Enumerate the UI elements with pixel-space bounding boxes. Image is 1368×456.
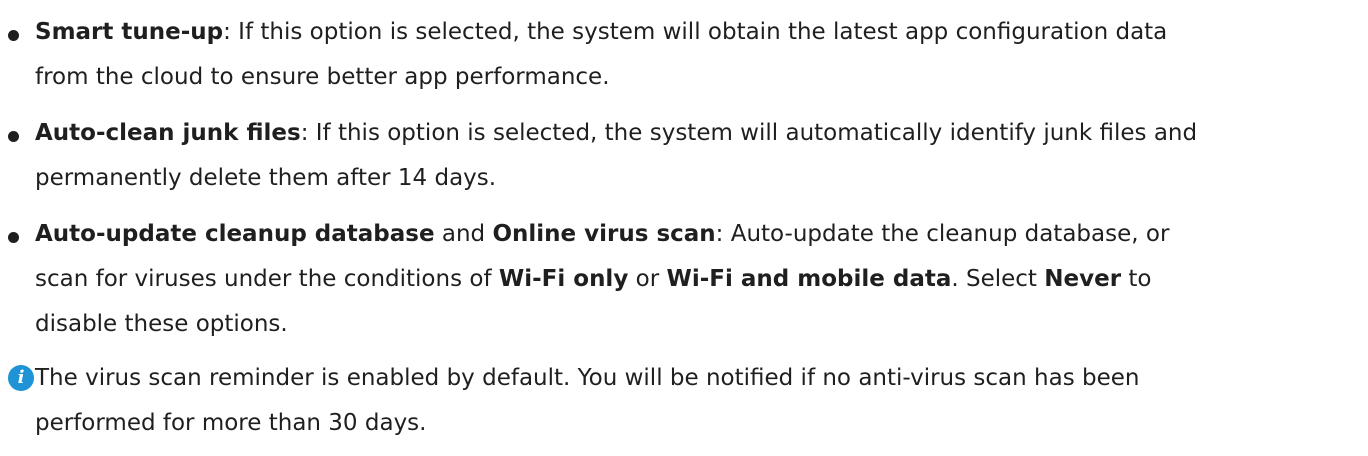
bullet-icon [8, 131, 19, 142]
info-icon: i [8, 365, 34, 391]
description-text: : Auto-update the cleanup database, or [715, 221, 1170, 247]
list-item-line: Auto-update cleanup database and Online … [35, 219, 1169, 249]
bullet-icon [8, 30, 19, 41]
document-page: Smart tune-up: If this option is selecte… [0, 0, 1368, 456]
term-wifi-and-mobile-data: Wi-Fi and mobile data [666, 266, 952, 292]
term-online-virus-scan: Online virus scan [492, 221, 716, 247]
list-item-line: Auto-clean junk files: If this option is… [35, 118, 1197, 148]
term-auto-update-cleanup-database: Auto-update cleanup database [35, 221, 435, 247]
note-line: The virus scan reminder is enabled by de… [35, 365, 1140, 391]
term-smart-tune-up: Smart tune-up [35, 19, 224, 45]
term-never: Never [1044, 266, 1122, 292]
list-item-line: from the cloud to ensure better app perf… [35, 64, 610, 90]
list-item-line: disable these options. [35, 311, 288, 337]
description-text: . Select [951, 266, 1045, 292]
description-text: and [434, 221, 493, 247]
list-item-line: Smart tune-up: If this option is selecte… [35, 17, 1167, 47]
description-text: to [1121, 266, 1152, 292]
note-line: performed for more than 30 days. [35, 410, 427, 436]
list-item-line: permanently delete them after 14 days. [35, 165, 497, 191]
description-text: or [628, 266, 667, 292]
description-text: : If this option is selected, the system… [300, 120, 1198, 146]
term-auto-clean-junk-files: Auto-clean junk files [35, 120, 301, 146]
list-item-line: scan for viruses under the conditions of… [35, 264, 1151, 294]
description-text: scan for viruses under the conditions of [35, 266, 499, 292]
term-wifi-only: Wi-Fi only [498, 266, 629, 292]
bullet-icon [8, 232, 19, 243]
description-text: : If this option is selected, the system… [223, 19, 1168, 45]
